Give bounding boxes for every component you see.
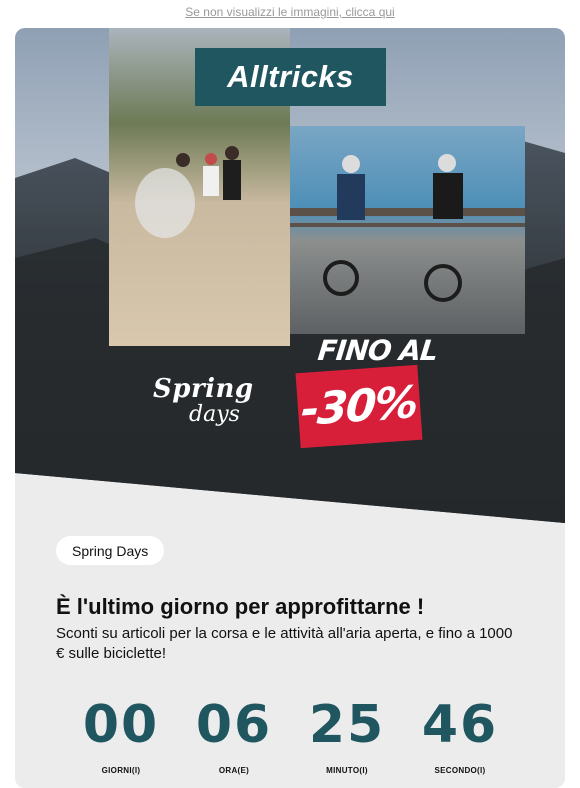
countdown-hours: 06 ORA(E) bbox=[179, 692, 289, 775]
headline: È l'ultimo giorno per approfittarne ! bbox=[56, 594, 425, 619]
brand-logo[interactable]: Alltricks bbox=[195, 48, 386, 106]
countdown-days-value: 00 bbox=[82, 695, 160, 755]
countdown-hours-value: 06 bbox=[195, 695, 273, 755]
countdown-seconds-value: 46 bbox=[421, 695, 499, 755]
body-text: Sconti su articoli per la corsa e le att… bbox=[56, 625, 513, 662]
spring-days-logo-line1: Spring bbox=[153, 374, 254, 404]
discount-value: -30% bbox=[299, 376, 419, 437]
spring-days-logo: Spring days bbox=[153, 364, 268, 434]
countdown-seconds: 46 SECONDO(I) bbox=[405, 692, 515, 775]
countdown-minutes-value: 25 bbox=[308, 695, 386, 755]
spring-days-logo-line2: days bbox=[189, 402, 240, 427]
view-in-browser-link[interactable]: Se non visualizzi le immagini, clicca qu… bbox=[0, 5, 580, 19]
brand-logo-text: Alltricks bbox=[227, 59, 354, 94]
email-card: Alltricks Spring days FINO AL -30% Sprin… bbox=[15, 28, 565, 788]
discount-badge: -30% bbox=[295, 364, 423, 449]
offer-prefix: FINO AL bbox=[316, 334, 439, 367]
countdown-days: 00 GIORNI(I) bbox=[66, 692, 176, 775]
cyclists-photo bbox=[290, 126, 525, 334]
hero-banner[interactable]: Alltricks Spring days FINO AL -30% bbox=[15, 28, 565, 523]
campaign-tag: Spring Days bbox=[56, 536, 165, 565]
countdown-minutes: 25 MINUTO(I) bbox=[292, 692, 402, 775]
